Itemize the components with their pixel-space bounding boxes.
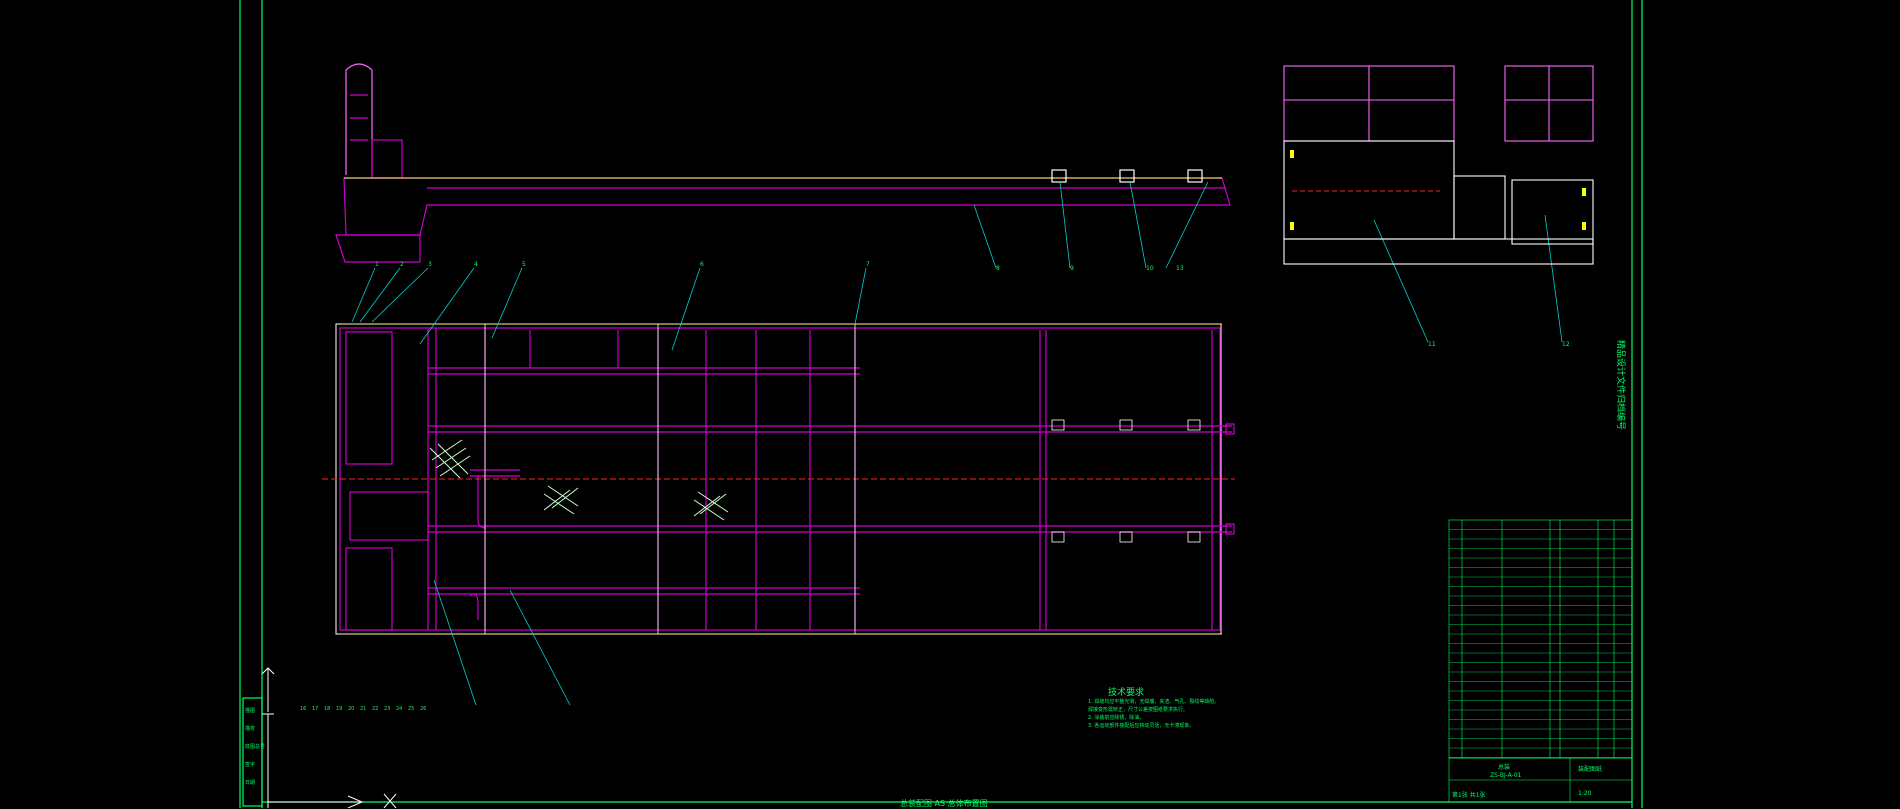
left-strip-label: 签字: [245, 761, 255, 768]
callout-label-top-10: 10: [1146, 265, 1154, 272]
technical-note-3: 2. 涂装前应除锈、除油。: [1088, 715, 1145, 721]
technical-note-1: 1. 焊缝均应平整光滑，无焊瘤、夹渣、气孔、裂纹等缺陷。: [1088, 699, 1220, 705]
parts-list-table: [1448, 519, 1633, 803]
callout-label-bottom-17: 17: [312, 706, 318, 712]
callout-label-top-7: 7: [866, 261, 870, 268]
callout-label-top-3: 3: [428, 261, 432, 268]
callout-label-top-5: 5: [522, 261, 526, 268]
callout-label-bottom-25: 25: [408, 706, 414, 712]
title-block-name: 总装: [1498, 764, 1511, 771]
side-title-block: 精品设计文件归档编号: [1615, 340, 1625, 431]
plan-view: [322, 323, 1235, 635]
left-strip-label: 日期: [245, 780, 255, 786]
title-block-sheet: 第1张 共1张: [1452, 792, 1486, 799]
section-views: [1283, 65, 1594, 265]
bottom-caption: 总装配图 AS 总体布置图: [900, 799, 988, 808]
left-strip-label: 底图总号: [245, 743, 265, 750]
technical-note-4: 3. 各运动部件装配后应转动灵活，无卡滞现象。: [1088, 723, 1195, 729]
callout-label-bottom-20: 20: [348, 706, 354, 712]
side-elevation-view: [335, 63, 1231, 263]
callout-label-bottom-24: 24: [396, 706, 402, 712]
callout-label-top-9: 9: [1070, 265, 1074, 272]
callout-label-bottom-19: 19: [336, 706, 342, 712]
callout-label-bottom-16: 16: [300, 706, 306, 712]
callout-leaders: [351, 181, 1563, 706]
technical-note-2: 焊接变形需矫正，尺寸公差按图纸要求执行。: [1088, 707, 1189, 713]
technical-notes-title: 技术要求: [1108, 688, 1145, 698]
callout-label-top-2: 2: [400, 261, 404, 268]
callout-label-top-6: 6: [700, 261, 704, 268]
section-label-12: 12: [1562, 341, 1570, 348]
parts-list-rows: [1449, 529, 1632, 758]
callout-label-top-4: 4: [474, 261, 478, 268]
callout-label-bottom-26: 26: [420, 706, 426, 712]
callout-label-bottom-23: 23: [384, 706, 390, 712]
callout-label-bottom-18: 18: [324, 706, 330, 712]
callout-label-top-8: 8: [996, 265, 1000, 272]
title-block-drawing-no: ZS-BJ-A-01: [1490, 772, 1522, 779]
left-strip-label: 描校: [245, 725, 255, 732]
section-label-13: 13: [1176, 265, 1184, 272]
section-label-11: 11: [1428, 341, 1436, 348]
callout-label-bottom-22: 22: [372, 706, 378, 712]
callout-label-top-1: 1: [375, 261, 379, 268]
title-block-company: 装配图纸: [1578, 766, 1603, 773]
datum-symbol: [261, 667, 397, 808]
drawing-frame: [239, 0, 1643, 808]
callout-label-bottom-21: 21: [360, 706, 366, 712]
title-block-scale: 1:20: [1578, 790, 1592, 797]
left-strip-label: 描图: [245, 707, 255, 714]
